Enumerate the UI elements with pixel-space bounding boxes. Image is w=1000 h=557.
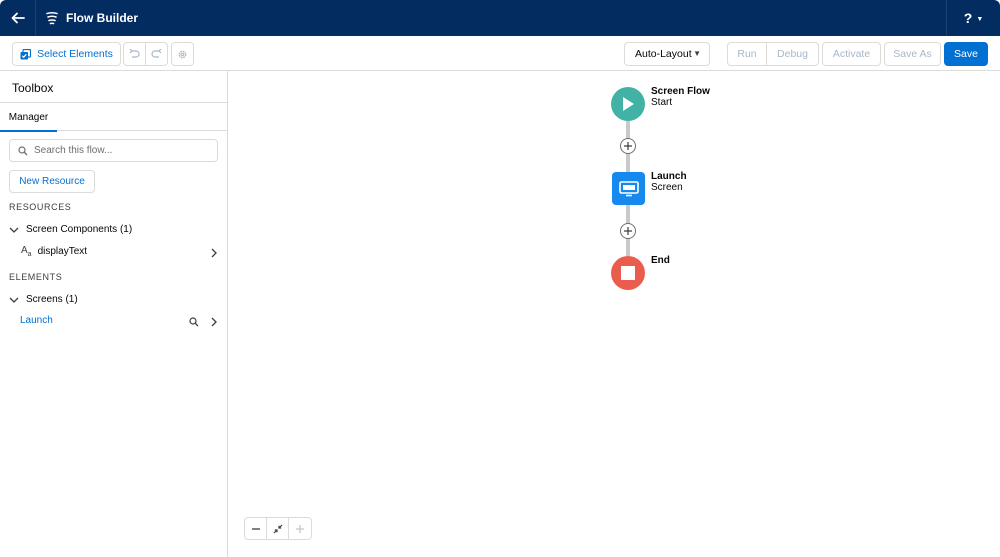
flow-canvas[interactable]: Screen Flow Start Launch Screen End	[228, 71, 1000, 557]
chevron-down-icon: ▼	[693, 49, 701, 58]
search-input[interactable]: Search this flow...	[9, 139, 218, 162]
toolbox-panel: Toolbox Manager Search this flow... New …	[0, 71, 228, 557]
app-header: Flow Builder ? ▼	[0, 0, 1000, 36]
screen-components-group[interactable]: Screen Components (1)	[9, 224, 132, 235]
layout-mode-select[interactable]: Auto-Layout ▼	[624, 42, 710, 66]
group-label: Screens (1)	[26, 294, 78, 305]
toolbox-title: Toolbox	[12, 81, 54, 95]
start-node[interactable]	[611, 87, 645, 121]
chevron-down-icon	[9, 297, 19, 303]
app-title: Flow Builder	[66, 11, 138, 25]
undo-button[interactable]	[123, 42, 146, 66]
zoom-in-button[interactable]	[289, 518, 311, 539]
start-node-label: Screen Flow Start	[651, 86, 710, 108]
save-button[interactable]: Save	[944, 42, 988, 66]
select-elements-button[interactable]: Select Elements	[12, 42, 121, 66]
add-element-button[interactable]	[620, 223, 636, 239]
end-node-label: End	[651, 255, 670, 266]
elements-heading: ELEMENTS	[9, 272, 63, 282]
play-icon	[623, 97, 634, 111]
plus-icon	[624, 142, 632, 150]
select-elements-label: Select Elements	[37, 48, 113, 60]
tab-manager-label: Manager	[8, 111, 49, 123]
flow-settings-button[interactable]	[171, 42, 194, 66]
run-button[interactable]: Run	[727, 42, 767, 66]
node-subtitle: Start	[651, 97, 673, 108]
arrow-left-icon	[11, 12, 25, 24]
activate-button[interactable]: Activate	[822, 42, 881, 66]
zoom-controls	[244, 517, 312, 540]
chevron-down-icon	[9, 227, 19, 233]
resources-heading: RESOURCES	[9, 202, 72, 212]
toolbar: Select Elements Auto-Layout ▼ Run Debug …	[0, 36, 1000, 71]
add-element-button[interactable]	[620, 138, 636, 154]
debug-button[interactable]: Debug	[766, 42, 819, 66]
screens-group[interactable]: Screens (1)	[9, 294, 78, 305]
flow-icon	[46, 11, 58, 25]
screen-node-label: Launch Screen	[651, 171, 687, 193]
active-tab-indicator	[0, 130, 57, 132]
end-node[interactable]	[611, 256, 645, 290]
zoom-out-button[interactable]	[245, 518, 267, 539]
help-menu-button[interactable]: ? ▼	[946, 0, 1000, 36]
plus-icon	[624, 227, 632, 235]
toolbox-tabs: Manager	[0, 102, 227, 132]
node-title: Screen Flow	[651, 86, 710, 97]
search-icon	[18, 145, 28, 155]
node-title: End	[651, 255, 670, 266]
chevron-right-icon[interactable]	[211, 317, 217, 327]
resource-item-displaytext[interactable]: Aa displayText	[21, 245, 87, 258]
node-subtitle: Screen	[651, 182, 683, 193]
chevron-down-icon: ▼	[976, 15, 984, 23]
contract-icon	[273, 524, 282, 533]
screen-node-launch[interactable]	[612, 172, 645, 205]
minus-icon	[251, 527, 260, 530]
back-button[interactable]	[0, 0, 36, 36]
tab-manager[interactable]: Manager	[0, 103, 57, 132]
search-placeholder: Search this flow...	[34, 145, 113, 156]
fit-to-view-button[interactable]	[267, 518, 289, 539]
chevron-right-icon[interactable]	[211, 248, 217, 258]
undo-icon	[129, 49, 140, 58]
select-elements-icon	[20, 48, 32, 59]
screen-icon	[618, 180, 639, 196]
node-title: Launch	[651, 171, 687, 182]
search-icon[interactable]	[189, 317, 199, 327]
save-as-button[interactable]: Save As	[884, 42, 941, 66]
gear-icon	[178, 50, 187, 58]
redo-button[interactable]	[145, 42, 168, 66]
element-item-launch[interactable]: Launch	[20, 315, 53, 326]
text-template-icon: Aa	[21, 245, 32, 258]
group-label: Screen Components (1)	[26, 224, 133, 235]
layout-mode-value: Auto-Layout	[635, 48, 692, 60]
plus-icon	[296, 524, 304, 533]
stop-icon	[621, 266, 635, 280]
help-icon: ?	[963, 10, 973, 26]
new-resource-button[interactable]: New Resource	[9, 170, 95, 193]
redo-icon	[151, 49, 162, 58]
resource-item-label: displayText	[37, 246, 88, 257]
